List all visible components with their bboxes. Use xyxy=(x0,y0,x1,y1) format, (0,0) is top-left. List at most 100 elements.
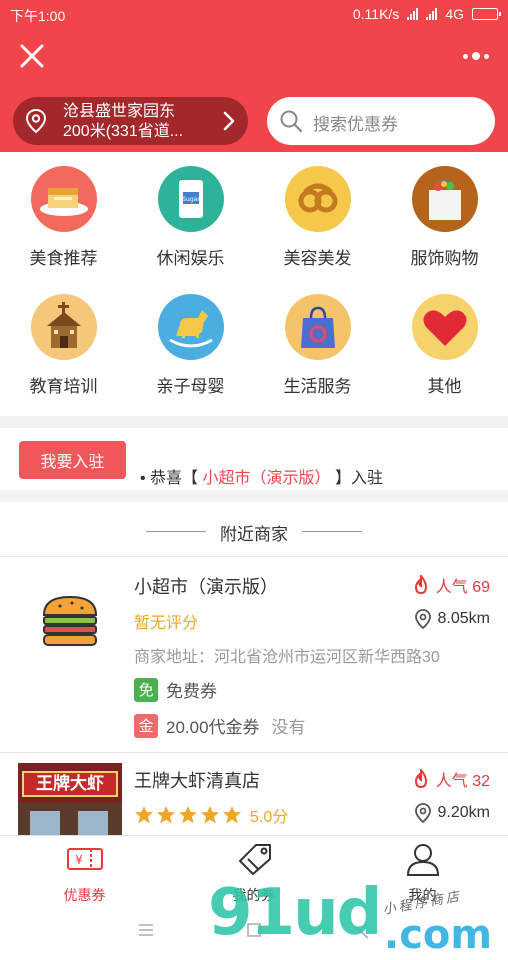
title-divider xyxy=(146,531,206,532)
category-grid: 美食推荐 Sugar 休闲娱乐 美容美发 服饰购物 教育培训 亲子母婴 生活服务… xyxy=(0,152,508,416)
more-dots-icon xyxy=(472,52,480,60)
location-selector[interactable]: 沧县盛世家园东 200米(331省道... xyxy=(13,97,248,145)
search-input[interactable]: 搜索优惠券 xyxy=(267,97,495,145)
flame-icon xyxy=(414,769,427,789)
distance-text: 8.05km xyxy=(437,610,490,627)
location-pin-icon xyxy=(25,108,47,134)
star-icon xyxy=(179,806,197,824)
location-pin-icon xyxy=(414,803,431,823)
popularity-text: 人气 32 xyxy=(435,773,490,790)
cash-coupon-label: 20.00代金券 xyxy=(166,718,260,737)
back-icon[interactable] xyxy=(358,923,370,939)
join-bar: 我要入驻 • 恭喜【 小超市（演示版） 】入驻 xyxy=(0,428,508,490)
battery-icon xyxy=(472,8,501,20)
shop-name: 王牌大虾清真店 xyxy=(134,771,260,791)
shop-address: 商家地址：河北省沧州市运河区新华西路30 xyxy=(134,649,440,666)
shop-card[interactable]: 小超市（演示版） 人气 69 暂无评分 8.05km 商家地址：河北省沧州市运河… xyxy=(0,556,508,752)
school-house-icon xyxy=(30,294,97,360)
shop-photo: 王牌大虾 xyxy=(18,763,122,835)
category-shopping[interactable]: 服饰购物 xyxy=(381,166,508,269)
svg-text:¥: ¥ xyxy=(75,853,83,867)
nearby-section: 附近商家 小超市（演示版） 人气 69 暂无评分 8.05km 商家地址：河北省… xyxy=(0,502,508,835)
shop-score: 5.0分 xyxy=(250,809,289,826)
star-rating xyxy=(134,805,242,825)
shop-distance: 9.20km xyxy=(414,803,490,823)
category-life-service[interactable]: 生活服务 xyxy=(254,294,381,397)
tab-coupons[interactable]: ¥ 优惠券 xyxy=(0,836,169,906)
user-icon xyxy=(406,844,439,876)
pretzel-icon xyxy=(284,166,351,232)
category-label: 生活服务 xyxy=(283,377,352,396)
rocking-horse-icon xyxy=(157,294,224,360)
category-beauty[interactable]: 美容美发 xyxy=(254,166,381,269)
status-bar: 下午1:00 0.11K/s 4G xyxy=(0,0,508,28)
shop-rating: 暂无评分 xyxy=(134,615,199,632)
tab-my-coupons[interactable]: 我的券 xyxy=(169,836,338,906)
location-line-1: 沧县盛世家园东 xyxy=(63,103,176,120)
sugar-bag-icon: Sugar xyxy=(157,166,224,232)
shop-name: 小超市（演示版） xyxy=(134,577,278,597)
coupon-cash: 金 20.00代金券 没有 xyxy=(134,713,306,738)
tab-label: 我的券 xyxy=(232,887,275,903)
free-tag: 免 xyxy=(134,677,158,702)
title-divider xyxy=(302,531,362,532)
close-button[interactable] xyxy=(16,40,48,72)
signal-icon xyxy=(407,8,419,20)
storefront-window xyxy=(30,811,60,835)
category-label: 休闲娱乐 xyxy=(156,249,225,268)
category-parenting[interactable]: 亲子母婴 xyxy=(127,294,254,397)
category-label: 教育培训 xyxy=(29,377,98,396)
search-icon xyxy=(280,110,303,133)
nearby-title: 附近商家 xyxy=(0,520,508,545)
flame-icon xyxy=(414,575,427,595)
heart-icon xyxy=(411,294,478,360)
star-icon xyxy=(201,806,219,824)
home-icon[interactable] xyxy=(247,923,261,937)
menu-icon[interactable] xyxy=(138,923,154,937)
burger-icon xyxy=(42,595,98,646)
network-type: 4G xyxy=(445,6,464,22)
category-label: 服饰购物 xyxy=(410,249,479,268)
category-education[interactable]: 教育培训 xyxy=(0,294,127,397)
more-menu-button[interactable] xyxy=(458,44,494,68)
search-placeholder: 搜索优惠券 xyxy=(313,115,398,134)
free-coupon-label: 免费券 xyxy=(166,682,217,701)
more-dots-icon xyxy=(463,53,468,59)
category-label: 其他 xyxy=(427,377,462,396)
star-icon xyxy=(157,806,175,824)
shop-popularity: 人气 32 xyxy=(412,767,490,791)
join-ticker: • 恭喜【 小超市（演示版） 】入驻 xyxy=(140,464,383,488)
coupon-icon: ¥ xyxy=(66,848,103,870)
net-speed: 0.11K/s xyxy=(352,6,400,22)
category-label: 美容美发 xyxy=(283,249,352,268)
location-pin-icon xyxy=(414,609,431,629)
ticker-shop-name[interactable]: 小超市（演示版） xyxy=(203,470,331,487)
tab-profile[interactable]: 我的 xyxy=(338,836,507,906)
cash-tag: 金 xyxy=(134,713,158,738)
category-leisure[interactable]: Sugar 休闲娱乐 xyxy=(127,166,254,269)
category-other[interactable]: 其他 xyxy=(381,294,508,397)
shop-sign: 王牌大虾 xyxy=(22,771,118,797)
tab-label: 我的 xyxy=(408,887,437,903)
popularity-text: 人气 69 xyxy=(435,579,490,596)
join-button[interactable]: 我要入驻 xyxy=(19,441,126,479)
tag-icon xyxy=(238,844,271,875)
star-icon xyxy=(223,806,241,824)
signal-icon xyxy=(426,8,438,20)
location-address: 沧县盛世家园东 200米(331省道... xyxy=(63,102,213,142)
more-dots-icon xyxy=(484,53,489,59)
category-food[interactable]: 美食推荐 xyxy=(0,166,127,269)
cake-icon xyxy=(30,166,97,232)
coupon-free: 免 免费券 xyxy=(134,677,217,702)
shop-card[interactable]: 王牌大虾 王牌大虾清真店 人气 32 5.0分 9.20km xyxy=(0,752,508,835)
shop-popularity: 人气 69 xyxy=(412,573,490,597)
nearby-title-text: 附近商家 xyxy=(220,525,288,544)
shop-distance: 8.05km xyxy=(414,609,490,629)
svg-text:Sugar: Sugar xyxy=(182,196,200,203)
chevron-right-icon xyxy=(223,111,235,131)
ticker-prefix: • 恭喜【 xyxy=(140,470,199,487)
shopping-bag-icon xyxy=(411,166,478,232)
cash-coupon-status: 没有 xyxy=(271,718,306,737)
category-label: 亲子母婴 xyxy=(156,377,225,396)
category-label: 美食推荐 xyxy=(29,249,98,268)
